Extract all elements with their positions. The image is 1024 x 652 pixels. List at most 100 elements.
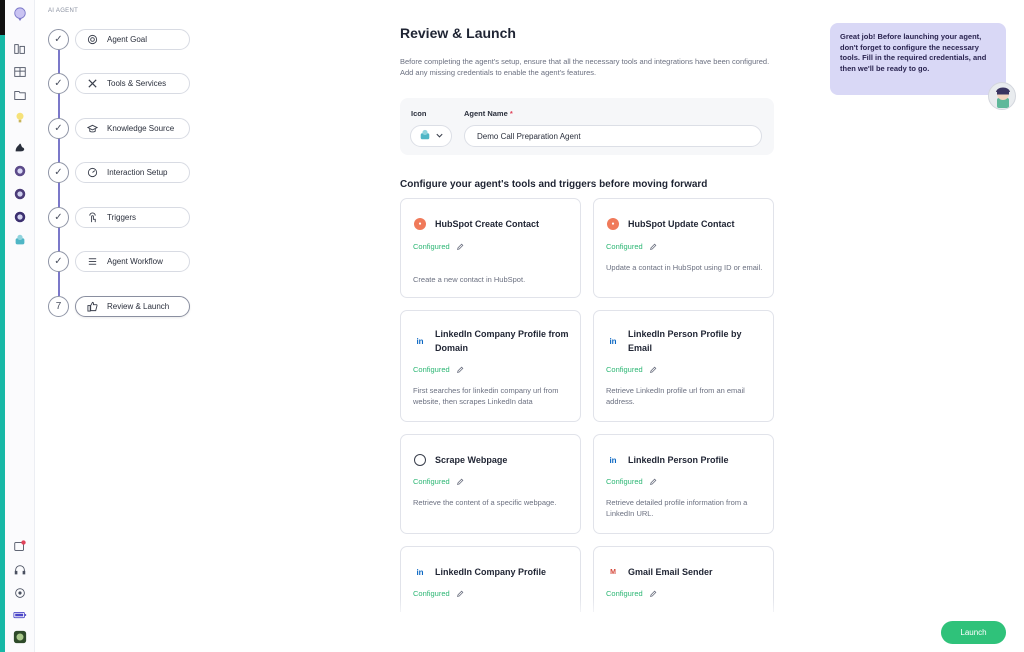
icon-label: Icon: [411, 109, 427, 118]
tool-description: First searches for linkedin company url …: [413, 386, 559, 406]
step-number: 7: [48, 296, 69, 317]
tool-description: Retrieve the content of a specific webpa…: [413, 498, 557, 507]
tools-grid: ● HubSpot Create Contact Configured Crea…: [400, 198, 776, 612]
folder-icon[interactable]: [11, 86, 29, 104]
tool-card-scrape-webpage[interactable]: Scrape Webpage Configured Retrieve the c…: [400, 434, 581, 534]
tool-description: Update a contact in HubSpot using ID or …: [606, 263, 763, 272]
step-pill[interactable]: Review & Launch: [75, 296, 190, 317]
user-avatar-icon[interactable]: [11, 628, 29, 646]
lightbulb-icon[interactable]: [11, 109, 29, 127]
brain-logo-icon[interactable]: [11, 5, 29, 23]
page-description: Before completing the agent's setup, ens…: [400, 57, 770, 77]
tool-description: Retrieve LinkedIn profile url from an em…: [606, 386, 745, 406]
table-icon[interactable]: [11, 63, 29, 81]
muscle-icon[interactable]: [11, 138, 29, 156]
configured-status[interactable]: Configured: [606, 477, 657, 486]
step-pill[interactable]: Triggers: [75, 207, 190, 228]
step-agent-goal[interactable]: ✓ Agent Goal: [48, 29, 208, 51]
edit-icon: [456, 366, 464, 373]
linkedin-icon: in: [609, 455, 617, 465]
gmail-icon: M: [610, 568, 616, 576]
step-label: Triggers: [107, 213, 137, 222]
step-pill[interactable]: Knowledge Source: [75, 118, 190, 139]
touch-icon: [86, 212, 98, 224]
tools-icon: [86, 78, 98, 90]
step-pill[interactable]: Agent Goal: [75, 29, 190, 50]
tool-card-linkedin-company-profile-from-domain[interactable]: in LinkedIn Company Profile from Domain …: [400, 310, 581, 422]
linkedin-icon: in: [416, 336, 424, 346]
step-triggers[interactable]: ✓ Triggers: [48, 207, 208, 229]
configured-status[interactable]: Configured: [413, 365, 464, 374]
agent-name-input[interactable]: [464, 125, 762, 147]
step-label: Interaction Setup: [107, 168, 168, 177]
check-icon: ✓: [48, 207, 69, 228]
edit-icon: [649, 590, 657, 597]
tool-card-hubspot-create-contact[interactable]: ● HubSpot Create Contact Configured Crea…: [400, 198, 581, 298]
tool-description: Create a new contact in HubSpot.: [413, 275, 526, 284]
chevron-down-icon: [435, 131, 444, 142]
notifications-icon[interactable]: [11, 537, 29, 555]
configured-status[interactable]: Configured: [413, 242, 464, 251]
page-title: Review & Launch: [400, 25, 516, 41]
agent-avatar-2-icon[interactable]: [11, 185, 29, 203]
headset-icon[interactable]: [11, 561, 29, 579]
tool-name: LinkedIn Company Profile: [435, 567, 547, 577]
step-pill[interactable]: Tools & Services: [75, 73, 190, 94]
check-icon: ✓: [48, 162, 69, 183]
step-tools-services[interactable]: ✓ Tools & Services: [48, 73, 208, 95]
edit-icon: [456, 478, 464, 485]
agent-robot-icon: [419, 129, 431, 143]
linkedin-icon: in: [416, 567, 424, 577]
tool-name: LinkedIn Person Profile by Email: [628, 329, 742, 353]
step-knowledge-source[interactable]: ✓ Knowledge Source: [48, 118, 208, 140]
check-icon: ✓: [48, 29, 69, 50]
tool-card-hubspot-update-contact[interactable]: ● HubSpot Update Contact Configured Upda…: [593, 198, 774, 298]
configured-status[interactable]: Configured: [413, 589, 464, 598]
configured-status[interactable]: Configured: [606, 589, 657, 598]
battery-icon: [11, 606, 29, 624]
step-pill[interactable]: Agent Workflow: [75, 251, 190, 272]
books-icon[interactable]: [11, 40, 29, 58]
agent-identity-card: Icon Agent Name *: [400, 98, 774, 155]
assistant-avatar-icon[interactable]: [988, 82, 1016, 110]
edit-icon: [456, 243, 464, 250]
target-icon: [86, 34, 98, 46]
linkedin-icon: in: [609, 336, 617, 346]
tool-card-linkedin-person-profile-by-email[interactable]: in LinkedIn Person Profile by Email Conf…: [593, 310, 774, 422]
globe-icon: [414, 454, 426, 466]
agent-avatar-4-icon[interactable]: [11, 231, 29, 249]
scroll-fade: [400, 598, 780, 622]
step-review-launch[interactable]: 7 Review & Launch: [48, 296, 208, 318]
hubspot-icon: ●: [607, 218, 619, 230]
graduation-cap-icon: [86, 123, 98, 135]
thumbs-up-icon: [86, 301, 98, 313]
step-agent-workflow[interactable]: ✓ Agent Workflow: [48, 251, 208, 273]
edit-icon: [649, 366, 657, 373]
section-title: Configure your agent's tools and trigger…: [400, 179, 708, 190]
tool-name: Gmail Email Sender: [628, 567, 713, 577]
hubspot-icon: ●: [414, 218, 426, 230]
step-label: Tools & Services: [107, 79, 167, 88]
tool-name: LinkedIn Person Profile: [628, 455, 729, 465]
step-pill[interactable]: Interaction Setup: [75, 162, 190, 183]
step-interaction-setup[interactable]: ✓ Interaction Setup: [48, 162, 208, 184]
configured-status[interactable]: Configured: [606, 242, 657, 251]
edit-icon: [649, 478, 657, 485]
tool-card-linkedin-person-profile[interactable]: in LinkedIn Person Profile Configured Re…: [593, 434, 774, 534]
configured-status[interactable]: Configured: [606, 365, 657, 374]
edit-icon: [456, 590, 464, 597]
check-icon: ✓: [48, 73, 69, 94]
agent-avatar-1-icon[interactable]: [11, 162, 29, 180]
step-label: Agent Workflow: [107, 257, 163, 266]
agent-avatar-3-icon[interactable]: [11, 208, 29, 226]
gauge-icon: [86, 167, 98, 179]
list-icon: [86, 256, 98, 268]
check-icon: ✓: [48, 251, 69, 272]
launch-button[interactable]: Launch: [941, 621, 1006, 644]
icon-select[interactable]: [410, 125, 452, 147]
required-mark: *: [509, 109, 513, 118]
settings-icon[interactable]: [11, 584, 29, 602]
configured-status[interactable]: Configured: [413, 477, 464, 486]
icon-rail: [5, 0, 35, 652]
sidebar-section-label: AI AGENT: [48, 8, 79, 14]
